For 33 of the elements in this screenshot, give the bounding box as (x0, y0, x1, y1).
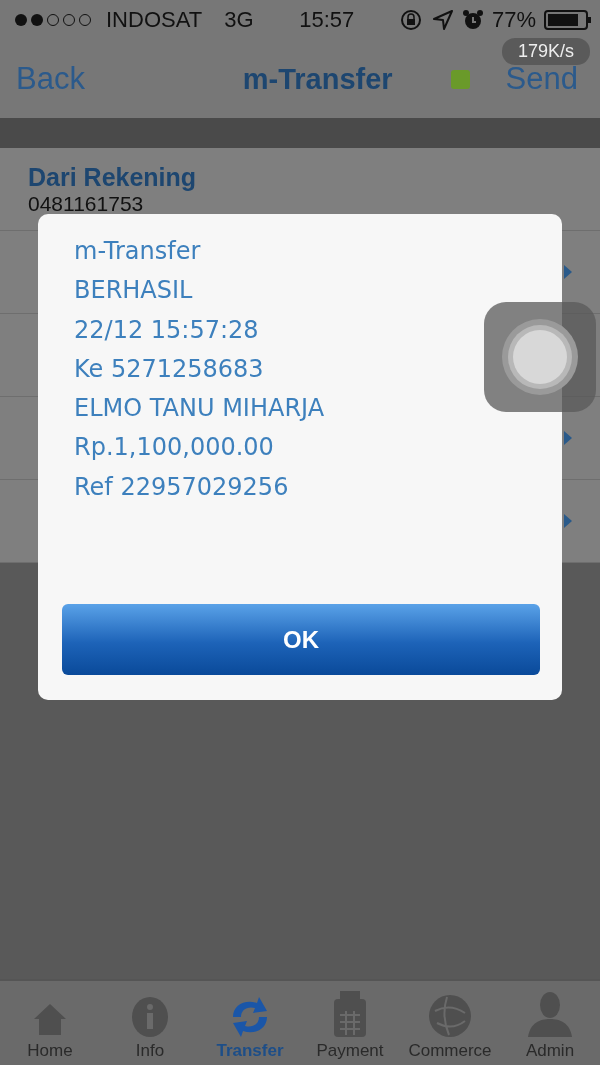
ok-button[interactable]: OK (62, 604, 540, 675)
message-line: m-Transfer (74, 236, 202, 267)
clock: 15:57 (299, 7, 355, 33)
status-indicator (450, 69, 470, 89)
back-button[interactable]: Back (16, 61, 85, 97)
battery-percent: 77% (491, 7, 536, 33)
calculator-icon (332, 989, 368, 1039)
field-label: Dari Rekening (28, 162, 198, 192)
tab-item[interactable]: Info (100, 995, 200, 1061)
tab-item[interactable]: Home (0, 999, 100, 1061)
tab-item[interactable]: Transfer (200, 995, 300, 1061)
network-type: 3G (224, 7, 254, 33)
message-line: Ke 5271258683 (74, 353, 265, 385)
battery-icon (544, 9, 592, 31)
message-line: ELMO TANU MIHARJA (74, 393, 326, 425)
rotation-lock-icon (399, 9, 424, 31)
person-icon (525, 989, 575, 1039)
message-line: 22/12 15:57:28 (74, 314, 260, 346)
info-icon (130, 995, 170, 1039)
screen-title: m-Transfer (242, 62, 393, 96)
tab-item[interactable]: Payment (300, 989, 400, 1061)
carrier-name: INDOSAT (106, 7, 203, 33)
field-value: 0481161753 (28, 191, 145, 216)
globe-icon (427, 993, 473, 1039)
location-arrow-icon (431, 9, 454, 31)
network-speed-badge: 179K/s (501, 38, 590, 65)
tab-item[interactable]: Commerce (400, 993, 500, 1061)
tab-item[interactable]: Admin (500, 989, 600, 1061)
alarm-clock-icon (461, 9, 484, 31)
message-line: Ref 22957029256 (74, 471, 290, 503)
message-line: BERHASIL (74, 275, 194, 307)
message-line: Rp.1,100,000.00 (74, 432, 275, 464)
assistive-touch-button[interactable] (484, 302, 596, 412)
